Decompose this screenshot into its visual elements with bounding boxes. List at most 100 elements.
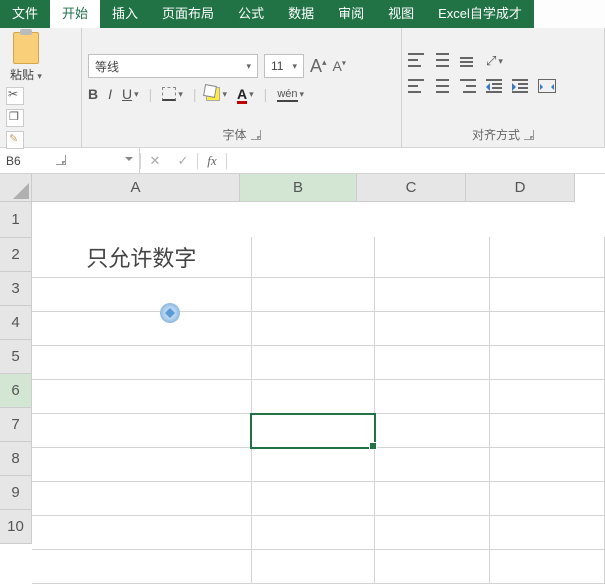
cell-D7[interactable]: [490, 448, 605, 482]
cell-D10[interactable]: [490, 550, 605, 584]
underline-button[interactable]: U▾: [122, 86, 139, 102]
cell-D9[interactable]: [490, 516, 605, 550]
row-header-4[interactable]: 4: [0, 306, 32, 340]
row-header-9[interactable]: 9: [0, 476, 32, 510]
border-button[interactable]: ▾: [162, 87, 183, 101]
column-header-B[interactable]: B: [240, 174, 357, 202]
row-header-5[interactable]: 5: [0, 340, 32, 374]
bold-button[interactable]: B: [88, 86, 98, 102]
alignment-dialog-launcher[interactable]: [524, 130, 534, 140]
cell-C4[interactable]: [375, 346, 490, 380]
copy-icon[interactable]: [6, 109, 24, 127]
cell-D2[interactable]: [490, 278, 605, 312]
tab-data[interactable]: 数据: [276, 0, 326, 28]
increase-font-icon[interactable]: A▴: [310, 56, 327, 77]
namebox-dropdown-icon[interactable]: [125, 157, 133, 165]
cells-area[interactable]: 只允许数字: [32, 237, 605, 584]
italic-button[interactable]: I: [108, 86, 112, 102]
row-header-3[interactable]: 3: [0, 272, 32, 306]
tab-view[interactable]: 视图: [376, 0, 426, 28]
align-bottom-icon[interactable]: [460, 53, 476, 67]
font-dialog-launcher[interactable]: [251, 130, 261, 140]
cell-D3[interactable]: [490, 312, 605, 346]
row-header-10[interactable]: 10: [0, 510, 32, 544]
align-left-icon[interactable]: [408, 79, 424, 93]
cell-C3[interactable]: [375, 312, 490, 346]
cell-C8[interactable]: [375, 482, 490, 516]
font-name-dropdown[interactable]: 等线▾: [88, 54, 258, 78]
insert-function-button[interactable]: fx: [198, 153, 226, 169]
column-header-C[interactable]: C: [357, 174, 466, 202]
align-top-icon[interactable]: [408, 53, 424, 67]
cell-B1[interactable]: [251, 237, 374, 278]
enter-button[interactable]: ✓: [169, 153, 197, 169]
cell-A2[interactable]: [32, 278, 251, 312]
tab-file[interactable]: 文件: [0, 0, 50, 28]
font-size-dropdown[interactable]: 11▾: [264, 54, 304, 78]
font-color-button[interactable]: A▾: [237, 86, 254, 102]
paste-icon[interactable]: [13, 32, 39, 64]
tab-insert[interactable]: 插入: [100, 0, 150, 28]
align-center-icon[interactable]: [434, 79, 450, 93]
cell-A5[interactable]: [32, 380, 251, 414]
column-header-D[interactable]: D: [466, 174, 575, 202]
cell-B10[interactable]: [251, 550, 374, 584]
select-all-corner[interactable]: [0, 174, 32, 202]
format-painter-icon[interactable]: [6, 131, 24, 149]
cell-B2[interactable]: [251, 278, 374, 312]
cell-A3[interactable]: [32, 312, 251, 346]
decrease-font-icon[interactable]: A▾: [333, 58, 346, 74]
column-header-A[interactable]: A: [32, 174, 240, 202]
cell-C6[interactable]: [375, 414, 490, 448]
cell-C5[interactable]: [375, 380, 490, 414]
cell-D1[interactable]: [490, 237, 605, 278]
cell-B3[interactable]: [251, 312, 374, 346]
cell-C9[interactable]: [375, 516, 490, 550]
orientation-button[interactable]: ⤢▾: [486, 53, 503, 69]
fill-color-button[interactable]: ▾: [206, 87, 227, 101]
merge-cells-button[interactable]: [538, 79, 556, 93]
row-header-7[interactable]: 7: [0, 408, 32, 442]
cell-B9[interactable]: [251, 516, 374, 550]
cell-B8[interactable]: [251, 482, 374, 516]
cell-A7[interactable]: [32, 448, 251, 482]
cell-A1[interactable]: 只允许数字: [32, 237, 251, 278]
cell-B7[interactable]: [251, 448, 374, 482]
cell-C2[interactable]: [375, 278, 490, 312]
cancel-button[interactable]: ✕: [141, 153, 169, 169]
row-header-2[interactable]: 2: [0, 238, 32, 272]
tab-pagelayout[interactable]: 页面布局: [150, 0, 226, 28]
paste-button[interactable]: 粘贴 ▾: [10, 66, 42, 83]
cell-B5[interactable]: [251, 380, 374, 414]
cell-D8[interactable]: [490, 482, 605, 516]
cell-A10[interactable]: [32, 550, 251, 584]
cell-B4[interactable]: [251, 346, 374, 380]
row-header-8[interactable]: 8: [0, 442, 32, 476]
formula-input[interactable]: [227, 149, 605, 173]
tab-custom[interactable]: Excel自学成才: [426, 0, 534, 28]
decrease-indent-icon[interactable]: [486, 79, 502, 93]
cell-B6[interactable]: [251, 414, 374, 448]
tab-formulas[interactable]: 公式: [226, 0, 276, 28]
tab-home[interactable]: 开始: [50, 0, 100, 28]
cell-A8[interactable]: [32, 482, 251, 516]
name-box[interactable]: B6: [0, 148, 140, 173]
cell-C1[interactable]: [375, 237, 490, 278]
row-header-6[interactable]: 6: [0, 374, 32, 408]
cell-A4[interactable]: [32, 346, 251, 380]
cell-A9[interactable]: [32, 516, 251, 550]
cell-D5[interactable]: [490, 380, 605, 414]
cell-C10[interactable]: [375, 550, 490, 584]
cell-D6[interactable]: [490, 414, 605, 448]
phonetic-guide-button[interactable]: wén▾: [277, 88, 304, 100]
cut-icon[interactable]: [6, 87, 24, 105]
clipboard-dialog-launcher[interactable]: [56, 155, 66, 165]
cell-D4[interactable]: [490, 346, 605, 380]
cell-C7[interactable]: [375, 448, 490, 482]
align-middle-icon[interactable]: [434, 53, 450, 67]
increase-indent-icon[interactable]: [512, 79, 528, 93]
tab-review[interactable]: 审阅: [326, 0, 376, 28]
cell-A6[interactable]: [32, 414, 251, 448]
row-header-1[interactable]: 1: [0, 202, 32, 238]
align-right-icon[interactable]: [460, 79, 476, 93]
